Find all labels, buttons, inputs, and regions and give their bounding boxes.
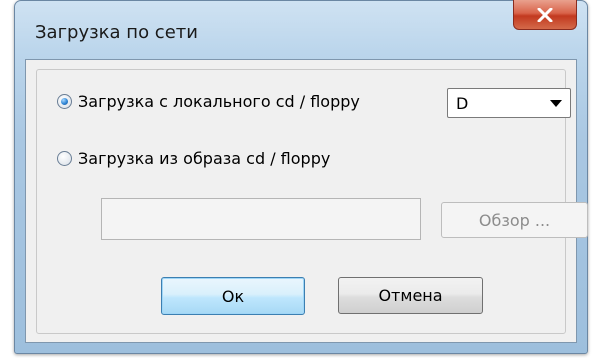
- close-button[interactable]: [513, 0, 577, 30]
- drive-select[interactable]: D: [447, 88, 571, 118]
- title-bar[interactable]: Загрузка по сети: [15, 0, 587, 59]
- browse-button[interactable]: Обзор ...: [441, 202, 588, 238]
- image-path-input[interactable]: [101, 198, 421, 240]
- radio-image-indicator[interactable]: [57, 151, 72, 166]
- radio-local-boot[interactable]: Загрузка с локального cd / floppy: [57, 92, 360, 111]
- cancel-button[interactable]: Отмена: [338, 277, 483, 314]
- ok-button[interactable]: Ок: [161, 277, 305, 315]
- drive-select-value: D: [456, 93, 469, 113]
- dialog-window: Загрузка по сети Загрузка с локального c…: [14, 0, 588, 354]
- close-icon: [537, 7, 553, 22]
- radio-image-label: Загрузка из образа cd / floppy: [78, 149, 331, 168]
- window-title: Загрузка по сети: [35, 22, 198, 43]
- chevron-down-icon: [550, 100, 562, 107]
- radio-image-boot[interactable]: Загрузка из образа cd / floppy: [57, 149, 330, 168]
- radio-local-label: Загрузка с локального cd / floppy: [78, 92, 360, 111]
- radio-local-indicator[interactable]: [57, 94, 72, 109]
